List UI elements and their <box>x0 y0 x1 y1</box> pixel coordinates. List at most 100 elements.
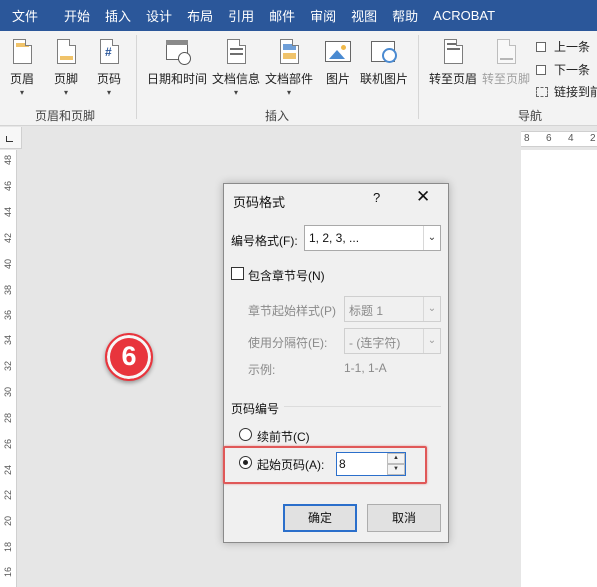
link-to-previous-button[interactable]: 链接到前 <box>536 83 597 100</box>
close-icon[interactable]: ✕ <box>416 187 430 207</box>
footer-button-label: 页脚 <box>53 72 78 86</box>
group-divider <box>136 35 137 119</box>
include-chapter-checkbox[interactable] <box>231 267 244 280</box>
ok-button[interactable]: 确定 <box>283 504 357 532</box>
goto-footer-label: 转至页脚 <box>482 72 531 86</box>
group-label-navigation: 导航 <box>518 109 543 123</box>
highlight-annotation <box>223 446 427 484</box>
ruler-tick: 8 <box>524 133 530 144</box>
cancel-button[interactable]: 取消 <box>367 504 441 532</box>
online-picture-icon <box>370 37 398 67</box>
ruler-tick: 48 <box>3 155 13 166</box>
chevron-down-icon: ⌄ <box>423 226 440 250</box>
previous-button[interactable]: 上一条 <box>536 38 590 55</box>
next-icon <box>536 64 550 76</box>
quick-parts-button[interactable]: 文档部件 ▾ <box>265 37 313 97</box>
goto-header-icon <box>439 37 467 67</box>
ruler-tick: 34 <box>3 335 13 346</box>
separator-label: 使用分隔符(E): <box>248 336 328 350</box>
header-icon <box>8 37 36 67</box>
step-number-badge: 6 <box>105 333 153 381</box>
footer-button[interactable]: 页脚 ▾ <box>52 37 80 97</box>
ruler-tick: 2 <box>590 133 596 144</box>
header-button-label: 页眉 <box>9 72 34 86</box>
tab-insert[interactable]: 插入 <box>105 6 146 25</box>
tab-acrobat[interactable]: ACROBAT <box>433 8 510 23</box>
vertical-ruler[interactable]: 48 46 44 42 40 38 36 34 32 30 28 26 24 2… <box>0 150 17 587</box>
group-label-insert: 插入 <box>265 109 290 123</box>
menu-bar: 文件 开始 插入 设计 布局 引用 邮件 审阅 视图 帮助 ACROBAT <box>0 0 597 31</box>
separator-value: - (连字符) <box>349 336 401 350</box>
page-number-button[interactable]: # 页码 ▾ <box>95 37 123 97</box>
goto-header-button[interactable]: 转至页眉 <box>429 37 477 87</box>
document-info-button-label: 文档信息 <box>212 72 261 86</box>
tab-file[interactable]: 文件 <box>0 6 64 25</box>
calendar-clock-icon <box>163 37 191 67</box>
continue-previous-radio[interactable] <box>239 428 252 441</box>
tab-selector-button[interactable] <box>0 127 22 149</box>
ruler-tick: 36 <box>3 310 13 321</box>
chapter-style-value: 标题 1 <box>349 304 384 318</box>
online-picture-button[interactable]: 联机图片 <box>360 37 408 87</box>
tab-home[interactable]: 开始 <box>64 6 105 25</box>
date-time-button[interactable]: 日期和时间 <box>147 37 207 87</box>
tab-mailings[interactable]: 邮件 <box>269 6 310 25</box>
footer-icon <box>52 37 80 67</box>
chevron-down-icon: ▾ <box>234 88 239 97</box>
chevron-down-icon: ⌄ <box>423 329 440 353</box>
goto-header-label: 转至页眉 <box>429 72 478 86</box>
previous-icon <box>536 41 550 53</box>
ribbon: 页眉 ▾ 页脚 ▾ # 页码 ▾ 页眉和页脚 日期和时间 文档信息 ▾ 文档部件… <box>0 31 597 126</box>
ruler-tick: 26 <box>3 439 13 450</box>
document-info-icon <box>222 37 250 67</box>
quick-parts-button-label: 文档部件 <box>265 72 314 86</box>
next-button[interactable]: 下一条 <box>536 61 590 78</box>
ruler-tick: 32 <box>3 361 13 372</box>
next-label: 下一条 <box>554 63 591 77</box>
horizontal-ruler[interactable]: 8 6 4 2 <box>521 131 597 147</box>
tab-references[interactable]: 引用 <box>228 6 269 25</box>
tab-review[interactable]: 审阅 <box>310 6 351 25</box>
help-button[interactable]: ? <box>373 190 380 205</box>
header-button[interactable]: 页眉 ▾ <box>8 37 36 97</box>
document-page[interactable] <box>521 150 597 587</box>
ruler-tick: 28 <box>3 413 13 424</box>
group-label-header-footer: 页眉和页脚 <box>35 109 96 123</box>
quick-parts-icon <box>275 37 303 67</box>
picture-button-label: 图片 <box>325 72 350 86</box>
ruler-tick: 4 <box>568 133 574 144</box>
picture-button[interactable]: 图片 <box>324 37 352 87</box>
chapter-style-select[interactable]: 标题 1 ⌄ <box>344 296 441 322</box>
document-info-button[interactable]: 文档信息 ▾ <box>212 37 260 97</box>
date-time-button-label: 日期和时间 <box>147 72 208 86</box>
number-format-select[interactable]: 1, 2, 3, ... ⌄ <box>304 225 441 251</box>
picture-icon <box>324 37 352 67</box>
group-divider <box>418 35 419 119</box>
ruler-tick: 16 <box>3 567 13 578</box>
tab-view[interactable]: 视图 <box>351 6 392 25</box>
number-format-label: 编号格式(F): <box>231 234 298 248</box>
hash-icon: # <box>105 45 112 59</box>
include-chapter-label: 包含章节号(N) <box>248 269 325 283</box>
ruler-tick: 40 <box>3 259 13 270</box>
ruler-tick: 6 <box>546 133 552 144</box>
tab-layout[interactable]: 布局 <box>187 6 228 25</box>
page-number-icon: # <box>95 37 123 67</box>
example-value: 1-1, 1-A <box>344 361 387 375</box>
chevron-down-icon: ▾ <box>19 88 24 97</box>
section-divider <box>284 406 441 407</box>
goto-footer-button[interactable]: 转至页脚 <box>482 37 530 87</box>
page-numbering-section-label: 页码编号 <box>231 402 280 416</box>
ruler-tick: 46 <box>3 181 13 192</box>
separator-select[interactable]: - (连字符) ⌄ <box>344 328 441 354</box>
link-to-previous-label: 链接到前 <box>554 85 597 99</box>
ruler-tick: 22 <box>3 490 13 501</box>
goto-footer-icon <box>492 37 520 67</box>
dialog-title: 页码格式 <box>233 195 286 210</box>
ruler-tick: 18 <box>3 542 13 553</box>
ruler-tick: 44 <box>3 207 13 218</box>
ruler-tick: 42 <box>3 233 13 244</box>
ruler-tick: 20 <box>3 516 13 527</box>
tab-help[interactable]: 帮助 <box>392 6 433 25</box>
tab-design[interactable]: 设计 <box>146 6 187 25</box>
